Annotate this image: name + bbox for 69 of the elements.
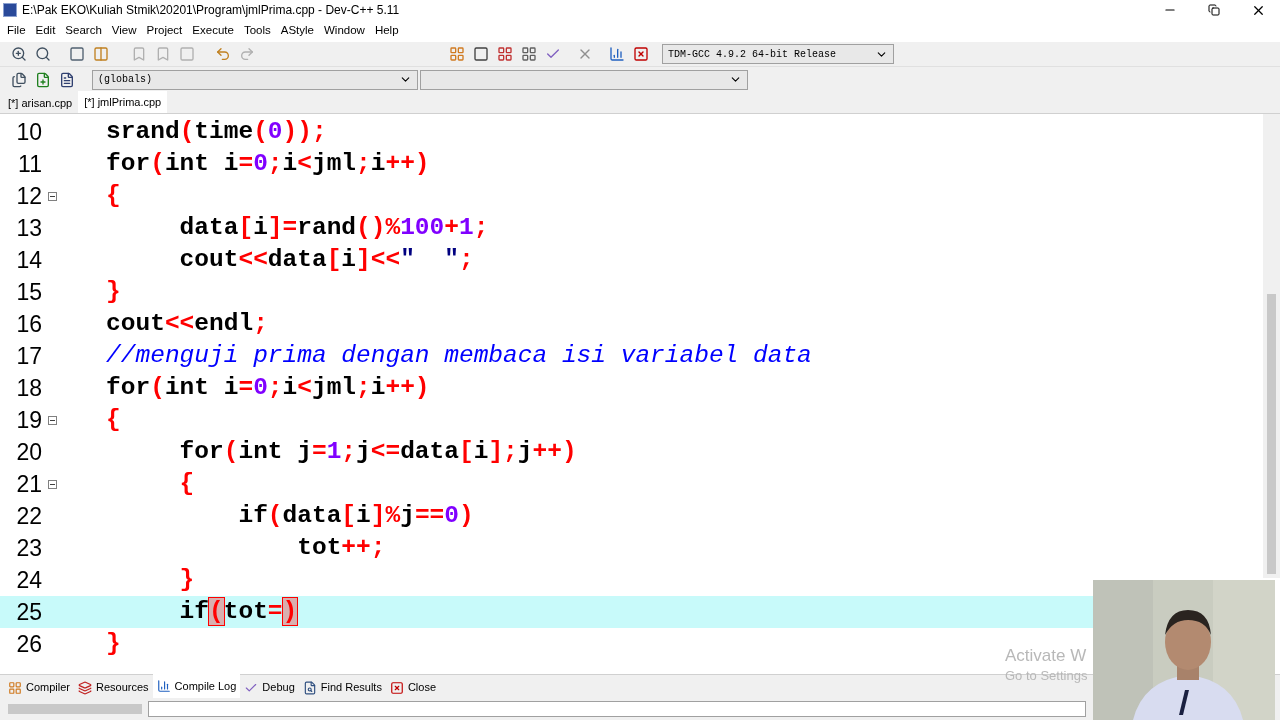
close-icon bbox=[389, 680, 404, 695]
fold-icon[interactable] bbox=[47, 191, 57, 201]
menu-item[interactable]: File bbox=[2, 22, 31, 40]
code-line: srand(time(0)); bbox=[105, 116, 327, 147]
bar-chart-icon bbox=[156, 679, 171, 693]
window-title: E:\Pak EKO\Kuliah Stmik\20201\Program\jmlPrima.cpp - Dev-C++ 5.11 bbox=[22, 2, 400, 19]
code-line: cout<<endl; bbox=[105, 308, 268, 339]
line-number: 15 bbox=[15, 277, 42, 307]
activation-title: Activate W bbox=[1005, 646, 1088, 666]
menu-item[interactable]: View bbox=[106, 22, 142, 40]
menu-item[interactable]: Help bbox=[369, 22, 404, 40]
menu-item[interactable]: Edit bbox=[30, 22, 61, 40]
line-number: 19 bbox=[15, 405, 42, 435]
menu-item[interactable]: Execute bbox=[187, 22, 239, 40]
line-number: 10 bbox=[15, 117, 42, 147]
code-line: //menguji prima dengan membaca isi variabel data bbox=[105, 340, 812, 371]
line-number: 12 bbox=[15, 181, 42, 211]
code-line: } bbox=[178, 564, 195, 595]
compiler-select[interactable]: TDM-GCC 4.9.2 64-bit Release bbox=[662, 44, 894, 64]
layers-icon bbox=[78, 680, 92, 695]
line-number: 18 bbox=[15, 373, 42, 403]
grid-icon bbox=[8, 680, 22, 695]
code-line: for(int i=0;i<jml;i++) bbox=[105, 372, 430, 403]
menu-item[interactable]: Tools bbox=[238, 22, 276, 40]
line-number: 23 bbox=[15, 533, 42, 563]
activation-subtitle: Go to Settings bbox=[1005, 667, 1088, 685]
code-line: { bbox=[178, 468, 195, 499]
file-tab[interactable]: [*] jmlPrima.cpp bbox=[78, 91, 168, 113]
log-field[interactable] bbox=[148, 701, 1086, 717]
member-select[interactable] bbox=[420, 69, 748, 90]
line-number: 11 bbox=[17, 149, 42, 179]
code-line: { bbox=[105, 404, 121, 435]
code-line: tot++; bbox=[296, 532, 386, 563]
line-number: 24 bbox=[15, 565, 42, 595]
code-line: if(data[i]%j==0) bbox=[237, 500, 474, 531]
code-line: if(tot=) bbox=[178, 596, 298, 627]
line-number: 20 bbox=[15, 437, 42, 467]
code-line: data[i]=rand()%100+1; bbox=[178, 212, 489, 243]
search-icon bbox=[302, 680, 317, 695]
scrollbar[interactable] bbox=[1263, 114, 1280, 578]
fold-icon[interactable] bbox=[47, 479, 57, 489]
panel-tab[interactable]: Debug bbox=[240, 677, 299, 698]
panel-tab[interactable]: Find Results bbox=[298, 677, 386, 698]
panel-tab[interactable]: Compile Log bbox=[152, 674, 241, 698]
line-number: 13 bbox=[15, 213, 42, 243]
menu-item[interactable]: AStyle bbox=[275, 22, 319, 40]
code-line: } bbox=[105, 628, 121, 659]
panel-tab[interactable]: Close bbox=[385, 677, 441, 698]
line-number: 25 bbox=[15, 597, 42, 627]
line-number: 17 bbox=[15, 341, 42, 371]
code-line: cout<<data[i]<<" "; bbox=[178, 244, 474, 275]
restore-icon bbox=[1208, 4, 1220, 16]
fold-icon[interactable] bbox=[47, 415, 57, 425]
menu-item[interactable]: Window bbox=[319, 22, 370, 40]
app-icon bbox=[3, 3, 17, 17]
scope-select[interactable]: (globals) bbox=[92, 69, 418, 90]
code-line: { bbox=[105, 180, 121, 211]
line-number: 26 bbox=[15, 629, 42, 659]
menu-item[interactable]: Search bbox=[60, 22, 107, 40]
line-number: 14 bbox=[15, 245, 42, 275]
code-line: for(int i=0;i<jml;i++) bbox=[105, 148, 430, 179]
code-line: } bbox=[105, 276, 121, 307]
line-number: 22 bbox=[15, 501, 42, 531]
line-number: 16 bbox=[15, 309, 42, 339]
code-line: for(int j=1;j<=data[i];j++) bbox=[178, 436, 577, 467]
menu-item[interactable]: Project bbox=[141, 22, 188, 40]
panel-tab[interactable]: Resources bbox=[74, 677, 153, 698]
panel-tab[interactable]: Compiler bbox=[4, 677, 74, 698]
line-number: 21 bbox=[15, 469, 42, 499]
